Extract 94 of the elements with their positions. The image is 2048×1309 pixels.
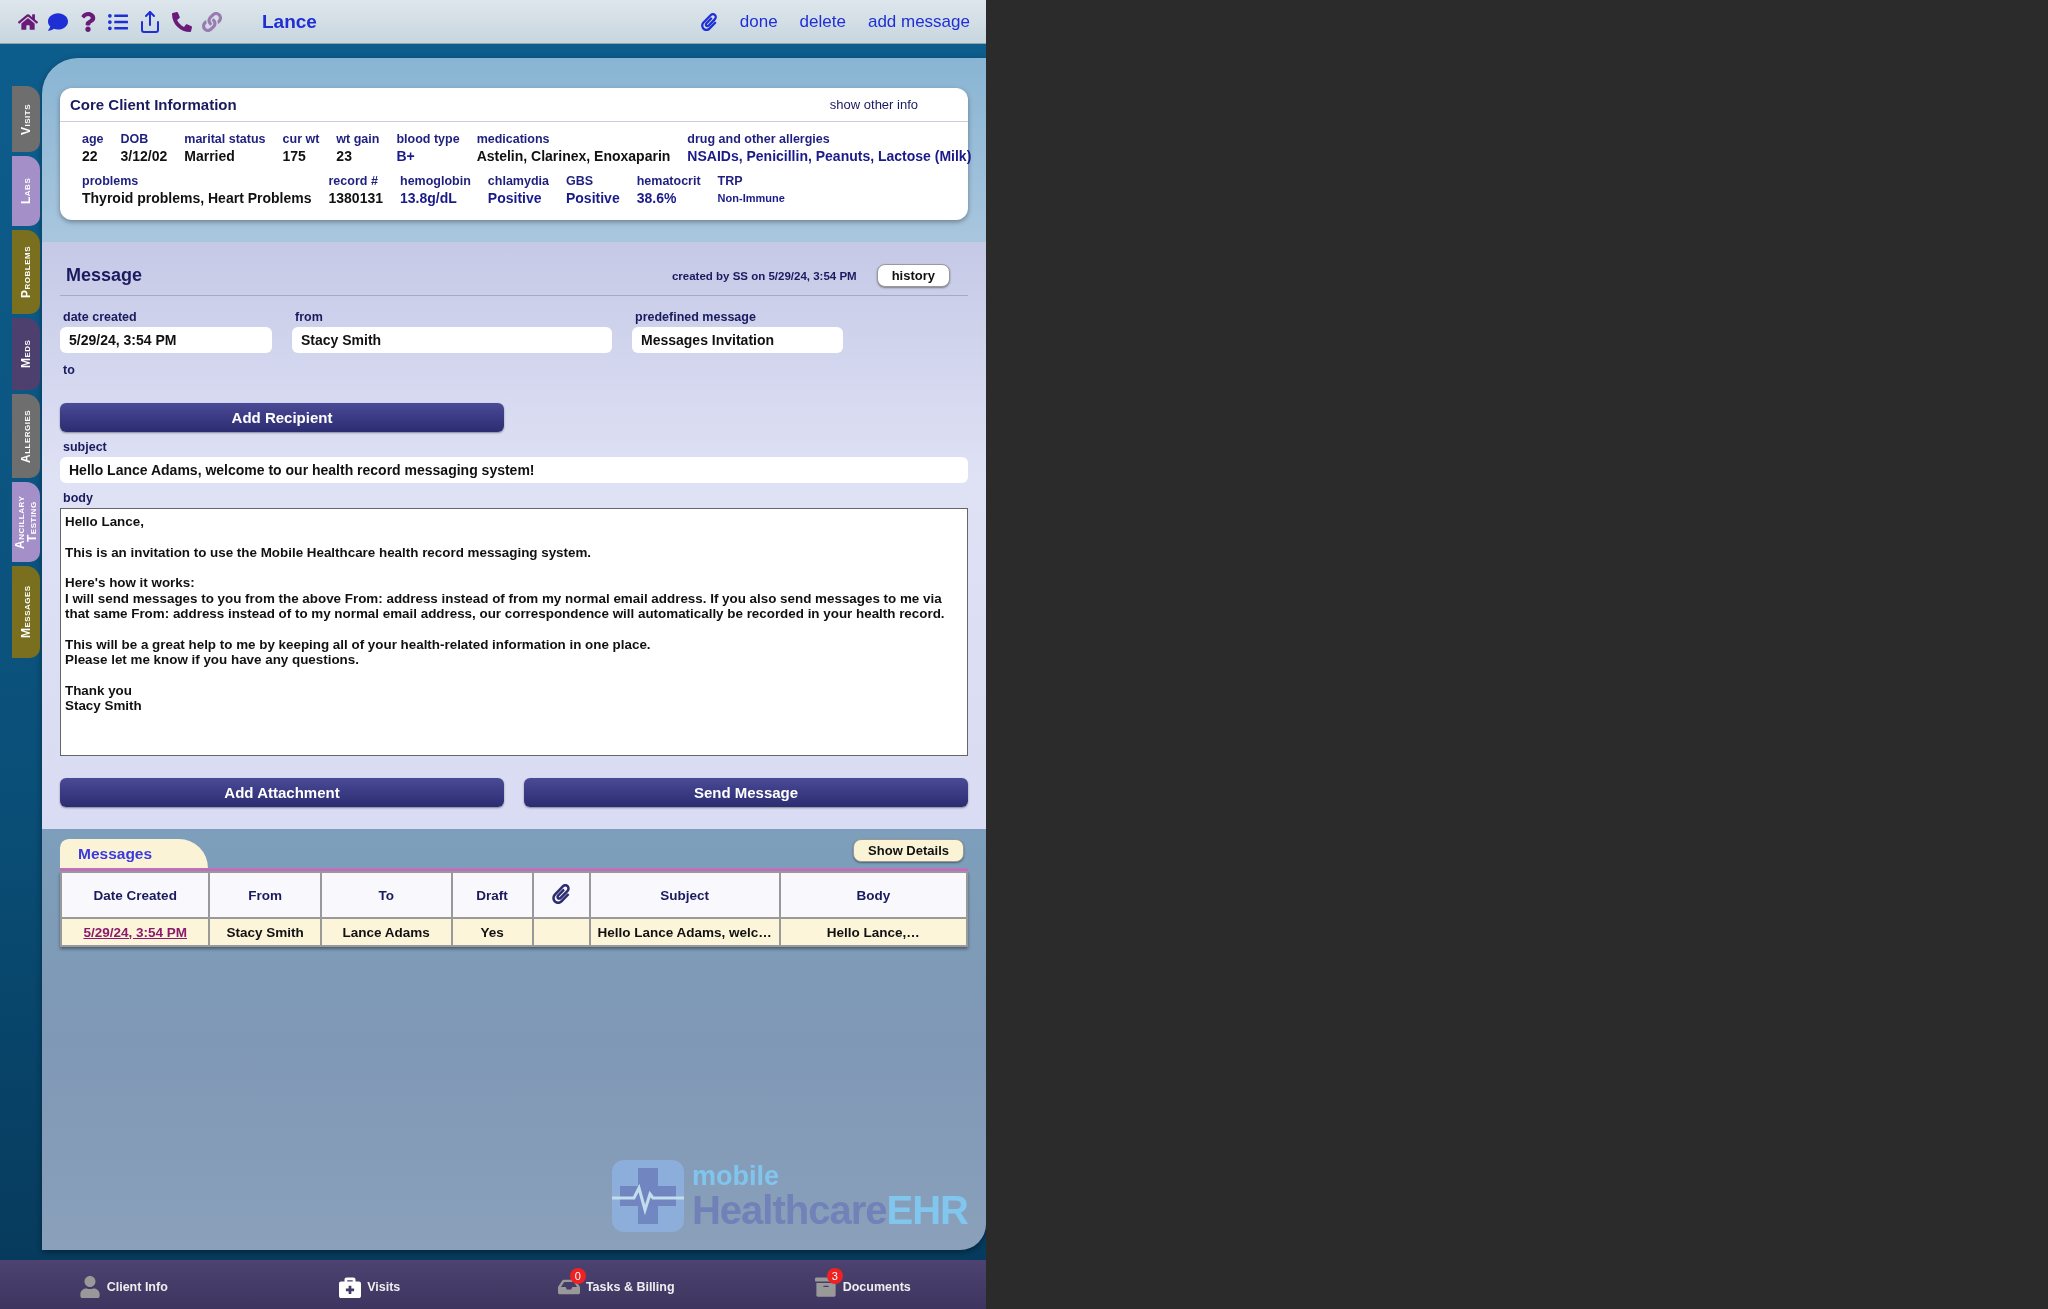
- info-value: Positive: [487, 190, 543, 206]
- bottom-tab[interactable]: Client Info: [0, 1265, 247, 1304]
- bottom-tab[interactable]: 0 Tasks & Billing: [493, 1265, 740, 1304]
- bottom-tab[interactable]: Visits: [246, 1265, 493, 1304]
- tab-label: Client Info: [106, 1279, 168, 1294]
- column-header: Subject: [589, 872, 780, 918]
- field-label: to: [63, 363, 75, 377]
- subject-field[interactable]: Hello Lance Adams, welcome to our health record messaging system!: [60, 457, 968, 483]
- side-tab[interactable]: Meds: [12, 318, 40, 390]
- card-title: Core Client Information: [70, 96, 237, 113]
- info-value: Positive: [566, 190, 620, 206]
- info-label: DOB: [120, 132, 150, 146]
- table-cell: Hello Lance Adams, welc…: [589, 918, 780, 946]
- column-header: Body: [779, 872, 967, 918]
- info-label: wt gain: [336, 132, 380, 146]
- field-label: predefined message: [635, 310, 757, 324]
- input-field[interactable]: 5/29/24, 3:54 PM: [60, 327, 272, 353]
- history-button[interactable]: history: [876, 264, 950, 287]
- info-value: 23: [336, 148, 353, 164]
- info-label: blood type: [396, 132, 460, 146]
- section-title: Message: [66, 265, 144, 286]
- field-label: body: [63, 491, 94, 505]
- count-badge: 3: [826, 1267, 843, 1284]
- paperclip-icon: [551, 883, 572, 904]
- tab-label: Visits: [367, 1279, 401, 1294]
- side-tab[interactable]: Allergies: [12, 394, 40, 478]
- bottom-tab[interactable]: 3 Documents: [739, 1265, 986, 1304]
- side-tab[interactable]: Visits: [12, 86, 40, 152]
- body-paragraph: Hello Lance,: [65, 514, 145, 530]
- body-paragraph: This is an invitation to use the Mobile Healthcare health record messaging system.: [65, 544, 593, 560]
- body-paragraph: Thank you Stacy Smith: [65, 682, 143, 714]
- side-tab[interactable]: Problems: [12, 230, 40, 314]
- info-value: NSAIDs, Penicillin, Peanuts, Lactose (Milk): [687, 148, 972, 164]
- side-tab[interactable]: Messages: [12, 566, 40, 658]
- body-paragraph: Here's how it works: I will send messages to you from the above From: address instead of from my normal email address. If you also send messages to me via that same From: address instead of to my normal email address, our correspondence will automatically be recorded in your health record.: [65, 575, 946, 622]
- info-label: problems: [82, 174, 140, 188]
- list-icon[interactable]: [108, 11, 128, 32]
- medical-cross-logo-icon: [610, 1158, 686, 1234]
- info-value: 1380131: [328, 190, 383, 206]
- info-label: cur wt: [282, 132, 320, 146]
- table-cell: Lance Adams: [320, 918, 452, 946]
- count-badge: 0: [569, 1267, 586, 1284]
- tab-label: Documents: [842, 1279, 911, 1294]
- phone-icon[interactable]: [172, 11, 192, 32]
- person-icon: [78, 1275, 101, 1298]
- info-value: 13.8g/dL: [400, 190, 458, 206]
- info-label: TRP: [717, 174, 744, 188]
- body-text-field[interactable]: [60, 508, 968, 756]
- action-button[interactable]: Send Message: [524, 778, 968, 807]
- link-icon[interactable]: [202, 11, 222, 32]
- info-value: Astelin, Clarinex, Enoxaparin: [476, 148, 671, 164]
- info-label: GBS: [566, 174, 595, 188]
- info-label: age: [82, 132, 104, 146]
- share-icon[interactable]: [138, 9, 162, 34]
- created-note: created by SS on 5/29/24, 3:54 PM: [671, 269, 857, 282]
- show-other-info-link[interactable]: show other info: [829, 97, 918, 112]
- body-paragraph: This will be a great help to me by keeping all of your health-related information in one place. Please let me know if you have any questions.: [65, 636, 652, 668]
- info-value: Non-Immune: [717, 192, 785, 204]
- info-label: hematocrit: [636, 174, 701, 188]
- speech-bubble-icon[interactable]: [48, 11, 68, 32]
- field-label: from: [295, 310, 324, 324]
- field-label: subject: [63, 440, 108, 454]
- table-cell: Stacy Smith: [209, 918, 321, 946]
- info-label: record #: [328, 174, 379, 188]
- toolbar-link[interactable]: delete: [799, 11, 846, 32]
- tab-label: Tasks & Billing: [585, 1279, 675, 1294]
- info-label: hemoglobin: [400, 174, 471, 188]
- toolbar-link[interactable]: done: [739, 11, 778, 32]
- client-name-title: Lance: [262, 10, 318, 33]
- info-value: 22: [82, 148, 99, 164]
- info-label: drug and other allergies: [687, 132, 831, 146]
- input-field[interactable]: Messages Invitation: [632, 327, 843, 353]
- table-cell: Hello Lance,…: [779, 918, 967, 946]
- info-value: Thyroid problems, Heart Problems: [82, 190, 312, 206]
- info-label: medications: [476, 132, 551, 146]
- field-label: date created: [63, 310, 138, 324]
- toolbar-link[interactable]: add message: [867, 11, 970, 32]
- info-value: Married: [184, 148, 236, 164]
- messages-tab[interactable]: Messages: [60, 839, 209, 868]
- input-field[interactable]: Stacy Smith: [292, 327, 612, 353]
- home-icon[interactable]: [18, 11, 38, 32]
- medical-kit-icon: [339, 1275, 362, 1298]
- info-label: marital status: [184, 132, 266, 146]
- info-label: chlamydia: [487, 174, 549, 188]
- info-value: 38.6%: [636, 190, 678, 206]
- show-details-button[interactable]: Show Details: [853, 839, 964, 862]
- table-cell: Yes: [451, 918, 533, 946]
- info-value: 3/12/02: [120, 148, 168, 164]
- paperclip-icon[interactable]: [699, 12, 718, 31]
- add-recipient-button[interactable]: Add Recipient: [60, 403, 504, 432]
- action-button[interactable]: Add Attachment: [60, 778, 504, 807]
- column-header: Date Created: [61, 872, 210, 918]
- info-value: 175: [282, 148, 307, 164]
- info-value: B+: [396, 148, 416, 164]
